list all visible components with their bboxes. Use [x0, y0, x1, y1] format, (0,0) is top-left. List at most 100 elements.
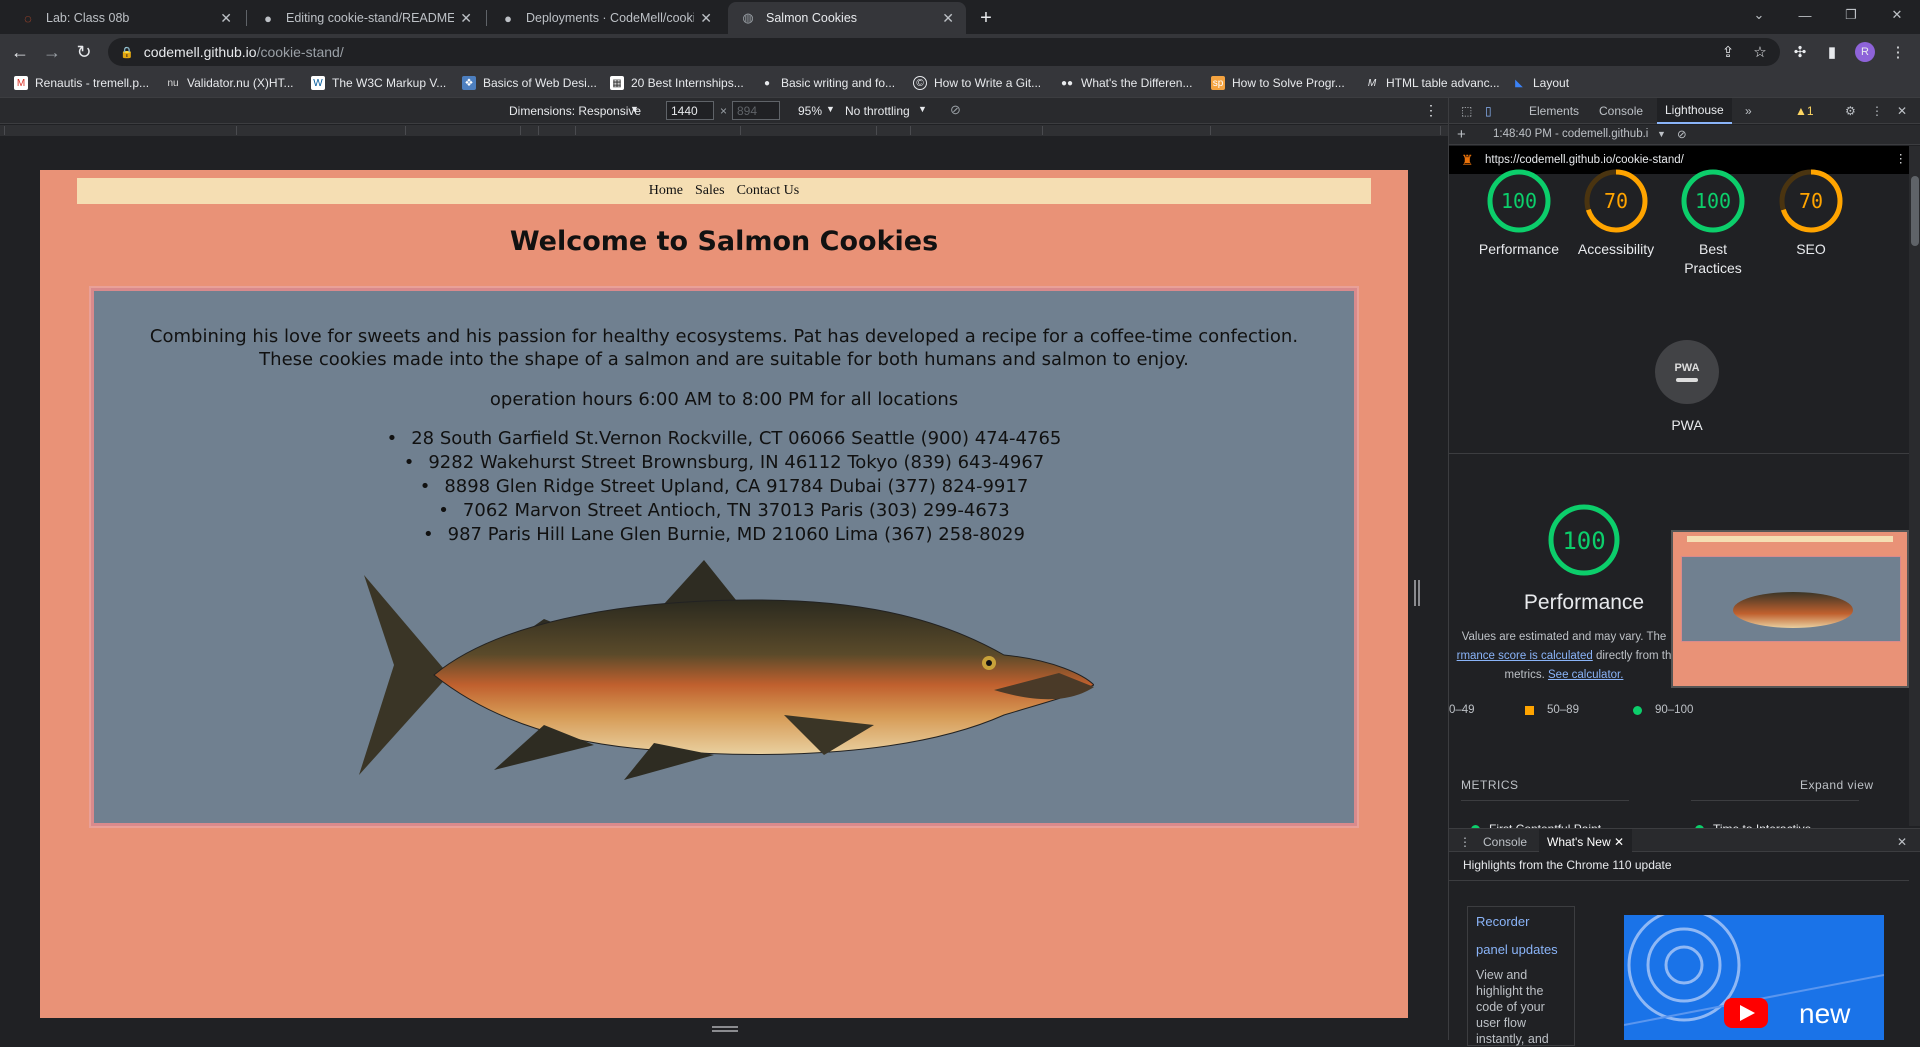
w3c-icon: W: [311, 76, 325, 90]
close-icon[interactable]: ✕: [700, 10, 712, 27]
page-title: Welcome to Salmon Cookies: [509, 226, 939, 257]
close-icon[interactable]: ✕: [942, 10, 954, 27]
dimensions-dropdown[interactable]: Dimensions: Responsive: [509, 104, 641, 118]
see-calculator-link[interactable]: See calculator.: [1548, 669, 1623, 681]
bookmark-item[interactable]: W The W3C Markup V...: [311, 76, 446, 90]
width-input[interactable]: 1440: [666, 101, 714, 120]
bookmark-item[interactable]: ◣ Layout: [1512, 76, 1569, 90]
hours-text: operation hours 6:00 AM to 8:00 PM for a…: [489, 389, 959, 410]
bookmark-label: How to Solve Progr...: [1232, 76, 1345, 90]
gauge-pwa[interactable]: PWA PWA: [1641, 340, 1733, 435]
bookmark-item[interactable]: ● Basic writing and fo...: [760, 76, 895, 90]
new-tab-button[interactable]: +: [973, 5, 999, 31]
tab-elements[interactable]: Elements: [1521, 98, 1587, 124]
drawer-tab-whats-new[interactable]: What's New ✕: [1539, 829, 1633, 855]
scrollbar[interactable]: [1909, 146, 1920, 826]
back-icon[interactable]: ←: [8, 40, 32, 64]
bookmark-item[interactable]: sp How to Solve Progr...: [1211, 76, 1345, 90]
report-select[interactable]: 1:48:40 PM - codemell.github.i: [1493, 128, 1648, 140]
bookmark-label: The W3C Markup V...: [332, 76, 447, 90]
gauge-best-practices[interactable]: 100 Best Practices: [1667, 168, 1759, 278]
drawer-tab-console[interactable]: Console: [1475, 829, 1535, 855]
nav-sales-link[interactable]: Sales: [695, 183, 725, 199]
throttling-dropdown[interactable]: No throttling: [845, 104, 910, 118]
news-title[interactable]: panel updates: [1476, 941, 1566, 959]
news-video-thumbnail[interactable]: new: [1624, 915, 1884, 1040]
gmail-icon: M: [14, 76, 28, 90]
bookmarks-bar: M Renautis - tremell.p... nu Validator.nu …: [0, 70, 1920, 98]
nav-contact-link[interactable]: Contact Us: [737, 183, 800, 199]
svg-text:100: 100: [1562, 527, 1605, 555]
rotate-icon[interactable]: ⊘: [950, 102, 961, 118]
nav-home-link[interactable]: Home: [649, 183, 683, 199]
score-calculated-link[interactable]: rmance score is calculated: [1457, 650, 1593, 662]
settings-icon[interactable]: ⚙: [1837, 98, 1864, 124]
tab-search-icon[interactable]: ⌄: [1736, 0, 1782, 30]
report-url[interactable]: https://codemell.github.io/cookie-stand/: [1485, 154, 1684, 166]
tab-editing-readme[interactable]: ● Editing cookie-stand/README.m ✕: [248, 2, 484, 34]
browser-toolbar: ← → ↻ 🔒 codemell.github.io/cookie-stand/…: [0, 34, 1920, 70]
address-bar[interactable]: 🔒 codemell.github.io/cookie-stand/: [108, 38, 1780, 66]
profile-avatar[interactable]: R: [1855, 42, 1875, 62]
gauge-seo[interactable]: 70 SEO: [1765, 168, 1857, 259]
chevron-down-icon: ▼: [630, 104, 639, 114]
add-report-icon[interactable]: +: [1457, 126, 1466, 143]
copyright-icon: ©: [913, 76, 927, 90]
drawer-tabs: ⋮ Console What's New ✕ ✕: [1449, 828, 1920, 855]
more-options-icon[interactable]: ⋮: [1895, 151, 1907, 165]
tab-salmon-cookies[interactable]: ◍ Salmon Cookies ✕: [728, 2, 966, 34]
bookmark-item[interactable]: ❖ Basics of Web Desi...: [462, 76, 597, 90]
close-icon[interactable]: ✕: [460, 10, 472, 27]
close-window-button[interactable]: ✕: [1874, 0, 1920, 30]
tab-lighthouse[interactable]: Lighthouse: [1657, 98, 1732, 124]
bookmark-item[interactable]: nu Validator.nu (X)HT...: [166, 76, 293, 90]
bookmark-item[interactable]: ▦ 20 Best Internships...: [610, 76, 744, 90]
warning-count: 1: [1806, 104, 1814, 118]
medium-icon: ●●: [1060, 77, 1074, 89]
height-input[interactable]: 894: [732, 101, 780, 120]
bookmark-item[interactable]: M Renautis - tremell.p...: [14, 76, 149, 90]
github-icon: ●: [763, 77, 771, 89]
minimize-button[interactable]: —: [1782, 0, 1828, 30]
close-devtools-icon[interactable]: ✕: [1889, 98, 1915, 124]
close-icon[interactable]: ✕: [220, 10, 232, 27]
more-options-icon[interactable]: ⋮: [1863, 98, 1891, 124]
extensions-icon[interactable]: ✣: [1790, 42, 1810, 62]
resize-handle[interactable]: [1414, 580, 1420, 606]
menu-icon[interactable]: ⋮: [1888, 42, 1908, 62]
tab-deployments[interactable]: ● Deployments · CodeMell/cookie- ✕: [488, 2, 724, 34]
lock-icon[interactable]: 🔒: [120, 46, 134, 59]
more-tabs-icon[interactable]: »: [1737, 98, 1760, 124]
note-line: Values are estimated and may vary. The: [1461, 631, 1667, 643]
note-line: directly from th: [1595, 650, 1672, 662]
close-icon[interactable]: ✕: [1614, 835, 1624, 849]
more-options-icon[interactable]: ⋮: [1424, 102, 1438, 119]
bookmark-star-icon[interactable]: ☆: [1750, 42, 1770, 62]
restore-button[interactable]: ❐: [1828, 0, 1874, 30]
gauge-performance[interactable]: 100 Performance: [1473, 168, 1565, 259]
warning-badge[interactable]: ▲ 1: [1787, 98, 1822, 124]
bookmark-item[interactable]: © How to Write a Git...: [913, 76, 1041, 90]
page-screenshot-thumbnail[interactable]: [1671, 530, 1909, 688]
news-title[interactable]: Recorder: [1476, 913, 1566, 931]
share-icon[interactable]: ⇪: [1718, 42, 1738, 62]
tab-console[interactable]: Console: [1591, 98, 1651, 124]
bookmark-item[interactable]: M HTML table advanc...: [1365, 76, 1500, 90]
side-panel-icon[interactable]: ▮: [1822, 42, 1842, 62]
expand-view-button[interactable]: Expand view: [1800, 778, 1874, 792]
clear-icon[interactable]: ⊘: [1677, 127, 1687, 141]
forward-icon[interactable]: →: [40, 40, 64, 64]
performance-title: Performance: [1523, 591, 1645, 614]
media-query-ruler[interactable]: [0, 125, 1448, 136]
reload-icon[interactable]: ↻: [72, 40, 96, 64]
tab-lab-class[interactable]: ◌ Lab: Class 08b ✕: [8, 2, 244, 34]
device-toggle-icon[interactable]: ▯: [1477, 98, 1500, 124]
gauge-accessibility[interactable]: 70 Accessibility: [1570, 168, 1662, 259]
resize-handle-bottom[interactable]: [712, 1026, 738, 1032]
bookmark-item[interactable]: ●● What's the Differen...: [1060, 76, 1193, 90]
close-drawer-icon[interactable]: ✕: [1889, 829, 1915, 855]
zoom-dropdown[interactable]: 95%: [798, 104, 822, 118]
locations-list: 28 South Garfield St.Vernon Rockville, C…: [94, 427, 1354, 547]
internships-icon: ▦: [610, 76, 624, 90]
news-card[interactable]: Recorder panel updates View and highligh…: [1467, 906, 1575, 1046]
